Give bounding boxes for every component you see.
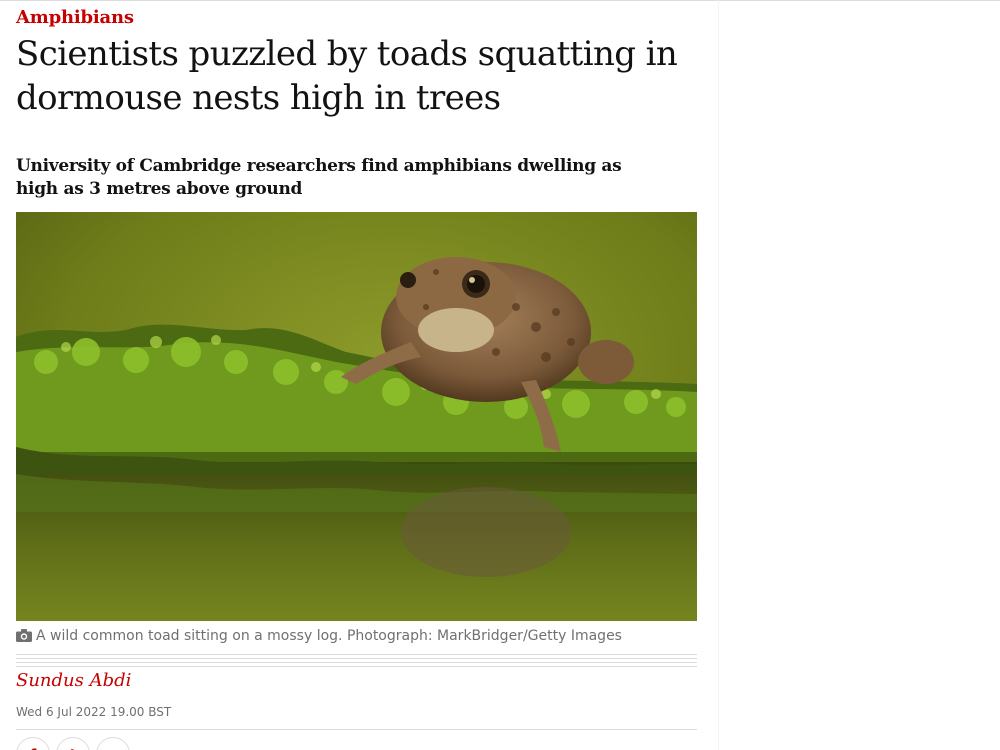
email-icon: ✉ [107,746,120,750]
article-headline: Scientists puzzled by toads squatting in… [16,34,678,118]
author-byline-link[interactable]: Sundus Abdi [16,670,131,691]
caption-text: A wild common toad sitting on a mossy lo… [36,628,622,644]
right-column-divider [718,0,719,750]
top-rule [0,0,1000,1]
camera-icon [16,629,32,646]
facebook-icon: f [30,746,37,750]
article-main-image[interactable] [16,212,697,621]
share-buttons: f t ✉ [16,737,130,750]
toad-on-mossy-log-photo [16,212,697,621]
article-standfirst: University of Cambridge researchers find… [16,156,622,199]
meta-divider [16,729,697,730]
twitter-share-button[interactable]: t [56,737,90,750]
image-caption: A wild common toad sitting on a mossy lo… [16,628,622,646]
publish-date[interactable]: Wed 6 Jul 2022 19.00 BST [16,705,171,719]
byline-divider [16,654,697,670]
section-link-amphibians[interactable]: Amphibians [16,7,134,28]
facebook-share-button[interactable]: f [16,737,50,750]
twitter-icon: t [69,746,76,750]
email-share-button[interactable]: ✉ [96,737,130,750]
